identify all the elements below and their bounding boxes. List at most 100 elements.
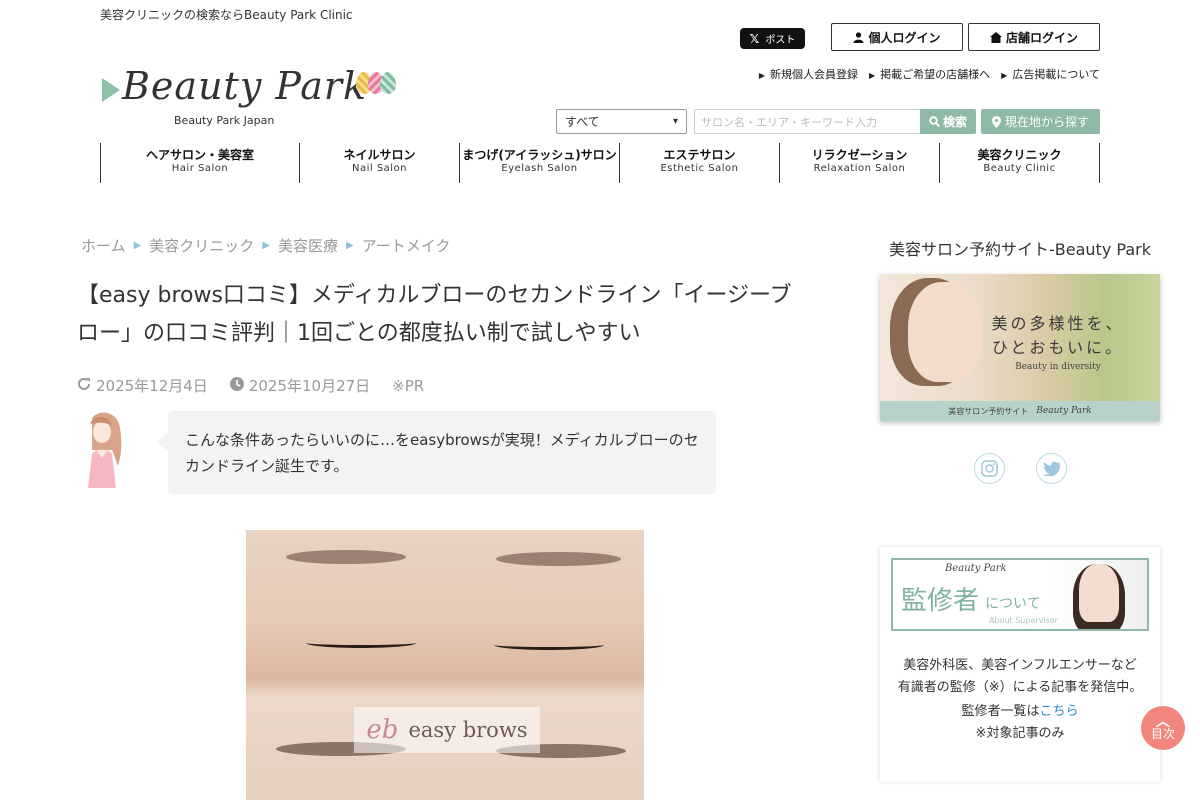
sidebar-banner[interactable]: 美の多様性を、 ひとおもいに。 Beauty in diversity 美容サロン… <box>880 274 1160 421</box>
nav-label-jp: リラクゼーション <box>811 148 908 162</box>
site-tagline: 美容クリニックの検索ならBeauty Park Clinic <box>100 8 353 22</box>
banner-copy-en: Beauty in diversity <box>1015 362 1101 372</box>
supervisor-card: Beauty Park 監修者 について About Supervisor 美容… <box>880 547 1160 782</box>
easy-brows-mark-icon: eb <box>366 715 399 745</box>
hero-eyebrow-image: eb easy brows <box>246 530 644 800</box>
caret-right-icon: ▶ <box>758 71 766 80</box>
geo-search-button[interactable]: 現在地から探す <box>981 109 1100 134</box>
advertising-link[interactable]: ▶ 広告掲載について <box>1001 66 1100 82</box>
caret-right-icon: ▶ <box>133 240 142 251</box>
nav-esthetic-salon[interactable]: エステサロン Esthetic Salon <box>620 143 780 183</box>
logo-play-icon <box>102 78 120 102</box>
x-post-button[interactable]: 𝕏 ポスト <box>740 28 805 49</box>
breadcrumb-beauty-medical[interactable]: 美容医療 <box>278 235 338 256</box>
search-button-label: 検索 <box>942 115 967 129</box>
easy-brows-logo-text: easy brows <box>408 718 528 742</box>
nav-label-jp: まつげ(アイラッシュ)サロン <box>462 148 617 162</box>
nav-label-en: Esthetic Salon <box>660 163 739 174</box>
caret-right-icon: ▶ <box>262 240 270 251</box>
updated-date-text: 2025年12月4日 <box>96 377 208 395</box>
twitter-button[interactable] <box>1036 453 1067 484</box>
supervisor-banner[interactable]: Beauty Park 監修者 について About Supervisor <box>891 558 1149 631</box>
instagram-button[interactable] <box>974 453 1005 484</box>
caret-right-icon: ▶ <box>346 240 354 251</box>
supervisor-person-image <box>1073 564 1125 629</box>
shop-login-button[interactable]: 店舗ログイン <box>968 23 1100 51</box>
supervisor-text-line-2: 有識者の監修（※）による記事を発信中。 <box>897 680 1143 695</box>
article-title: 【easy brows口コミ】メディカルブローのセカンドライン「イージーブロー」… <box>77 283 792 346</box>
nav-nail-salon[interactable]: ネイルサロン Nail Salon <box>300 143 460 183</box>
logo-eggs-icon <box>356 72 396 94</box>
updated-date: 2025年12月4日 <box>77 375 208 396</box>
x-post-label: ポスト <box>765 35 796 46</box>
toc-button[interactable]: ︿ 目次 <box>1141 706 1185 750</box>
supervisor-heading: 監修者 <box>901 586 980 616</box>
logo-text: Beauty Park <box>122 64 368 108</box>
supervisor-brand: Beauty Park <box>945 563 1007 574</box>
supervisor-list-link[interactable]: こちら <box>1040 704 1079 719</box>
sidebar-title: 美容サロン予約サイト-Beauty Park <box>889 240 1151 259</box>
map-pin-icon <box>991 115 1001 128</box>
toc-label: 目次 <box>1150 727 1175 741</box>
nav-beauty-clinic[interactable]: 美容クリニック Beauty Clinic <box>940 143 1100 183</box>
geo-button-label: 現在地から探す <box>1004 115 1089 129</box>
breadcrumb-art-make[interactable]: アートメイク <box>362 235 451 256</box>
nav-label-en: Beauty Clinic <box>983 163 1056 174</box>
speech-bubble: こんな条件あったらいいのに…をeasybrowsが実現！メディカルブローのセカン… <box>156 411 716 494</box>
category-nav: ヘアサロン・美容室 Hair Salon ネイルサロン Nail Salon ま… <box>100 143 1100 183</box>
banner-strip-text: 美容サロン予約サイト <box>948 406 1029 416</box>
published-date: 2025年10月27日 <box>229 375 371 396</box>
instagram-icon <box>981 460 998 477</box>
supervisor-heading-en: About Supervisor <box>989 616 1058 625</box>
category-selected: すべて <box>565 115 600 129</box>
twitter-bird-icon <box>1043 461 1060 476</box>
search-button[interactable]: 検索 <box>920 109 976 134</box>
supervisor-text-line-1: 美容外科医、美容インフルエンサーなど <box>903 658 1137 673</box>
nav-label-en: Eyelash Salon <box>501 163 578 174</box>
nav-label-en: Hair Salon <box>171 163 229 174</box>
search-input[interactable]: サロン名・エリア・キーワード入力 <box>694 109 922 134</box>
home-icon <box>989 31 1002 43</box>
nav-eyelash-salon[interactable]: まつげ(アイラッシュ)サロン Eyelash Salon <box>460 143 620 183</box>
nav-label-jp: ネイルサロン <box>343 148 416 162</box>
category-select[interactable]: すべて ▾ <box>556 109 687 134</box>
supervisor-heading-suffix: について <box>985 596 1041 612</box>
supervisor-list-line: 監修者一覧はこちら <box>880 701 1160 723</box>
nav-label-en: Relaxation Salon <box>813 163 906 174</box>
published-date-text: 2025年10月27日 <box>248 377 371 395</box>
personal-login-button[interactable]: 個人ログイン <box>831 23 963 51</box>
banner-copy-line-2: ひとおもいに。 <box>991 338 1125 357</box>
banner-copy-line-1: 美の多様性を、 <box>991 314 1125 333</box>
nav-hair-salon[interactable]: ヘアサロン・美容室 Hair Salon <box>101 143 300 183</box>
nav-relaxation-salon[interactable]: リラクゼーション Relaxation Salon <box>780 143 940 183</box>
register-link-label: 新規個人会員登録 <box>770 68 859 81</box>
header-links: ▶ 新規個人会員登録 ▶ 掲載ご希望の店舗様へ ▶ 広告掲載について <box>759 66 1100 82</box>
supervisor-link-prefix: 監修者一覧は <box>961 704 1040 719</box>
supervisor-note: ※対象記事のみ <box>975 726 1065 741</box>
shop-login-label: 店舗ログイン <box>1005 30 1078 45</box>
x-logo-icon: 𝕏 <box>749 31 760 46</box>
breadcrumb-home[interactable]: ホーム <box>81 235 126 256</box>
personal-login-label: 個人ログイン <box>868 30 941 45</box>
nav-label-jp: ヘアサロン・美容室 <box>145 148 254 162</box>
refresh-icon <box>78 377 90 390</box>
woman-avatar-icon <box>88 412 122 488</box>
pr-label: ※PR <box>392 376 425 395</box>
register-link[interactable]: ▶ 新規個人会員登録 <box>759 66 858 82</box>
article-meta: 2025年12月4日 2025年10月27日 ※PR <box>77 375 424 396</box>
easy-brows-logo: eb easy brows <box>354 707 540 753</box>
logo-subtitle: Beauty Park Japan <box>174 114 275 127</box>
site-logo[interactable]: Beauty Park Beauty Park Japan <box>100 64 410 130</box>
nav-label-jp: 美容クリニック <box>977 148 1062 162</box>
breadcrumb: ホーム ▶ 美容クリニック ▶ 美容医療 ▶ アートメイク <box>81 235 451 256</box>
supervisor-description: 美容外科医、美容インフルエンサーなど 有識者の監修（※）による記事を発信中。 <box>880 655 1160 699</box>
user-icon <box>853 31 864 43</box>
clock-icon <box>229 377 244 391</box>
shop-listing-link[interactable]: ▶ 掲載ご希望の店舗様へ <box>869 66 990 82</box>
nav-label-jp: エステサロン <box>663 148 736 162</box>
search-icon <box>929 116 940 127</box>
banner-copy: 美の多様性を、 ひとおもいに。 <box>956 312 1160 360</box>
breadcrumb-beauty-clinic[interactable]: 美容クリニック <box>149 235 254 256</box>
banner-strip: 美容サロン予約サイト Beauty Park <box>880 401 1160 421</box>
caret-right-icon: ▶ <box>1001 71 1008 80</box>
